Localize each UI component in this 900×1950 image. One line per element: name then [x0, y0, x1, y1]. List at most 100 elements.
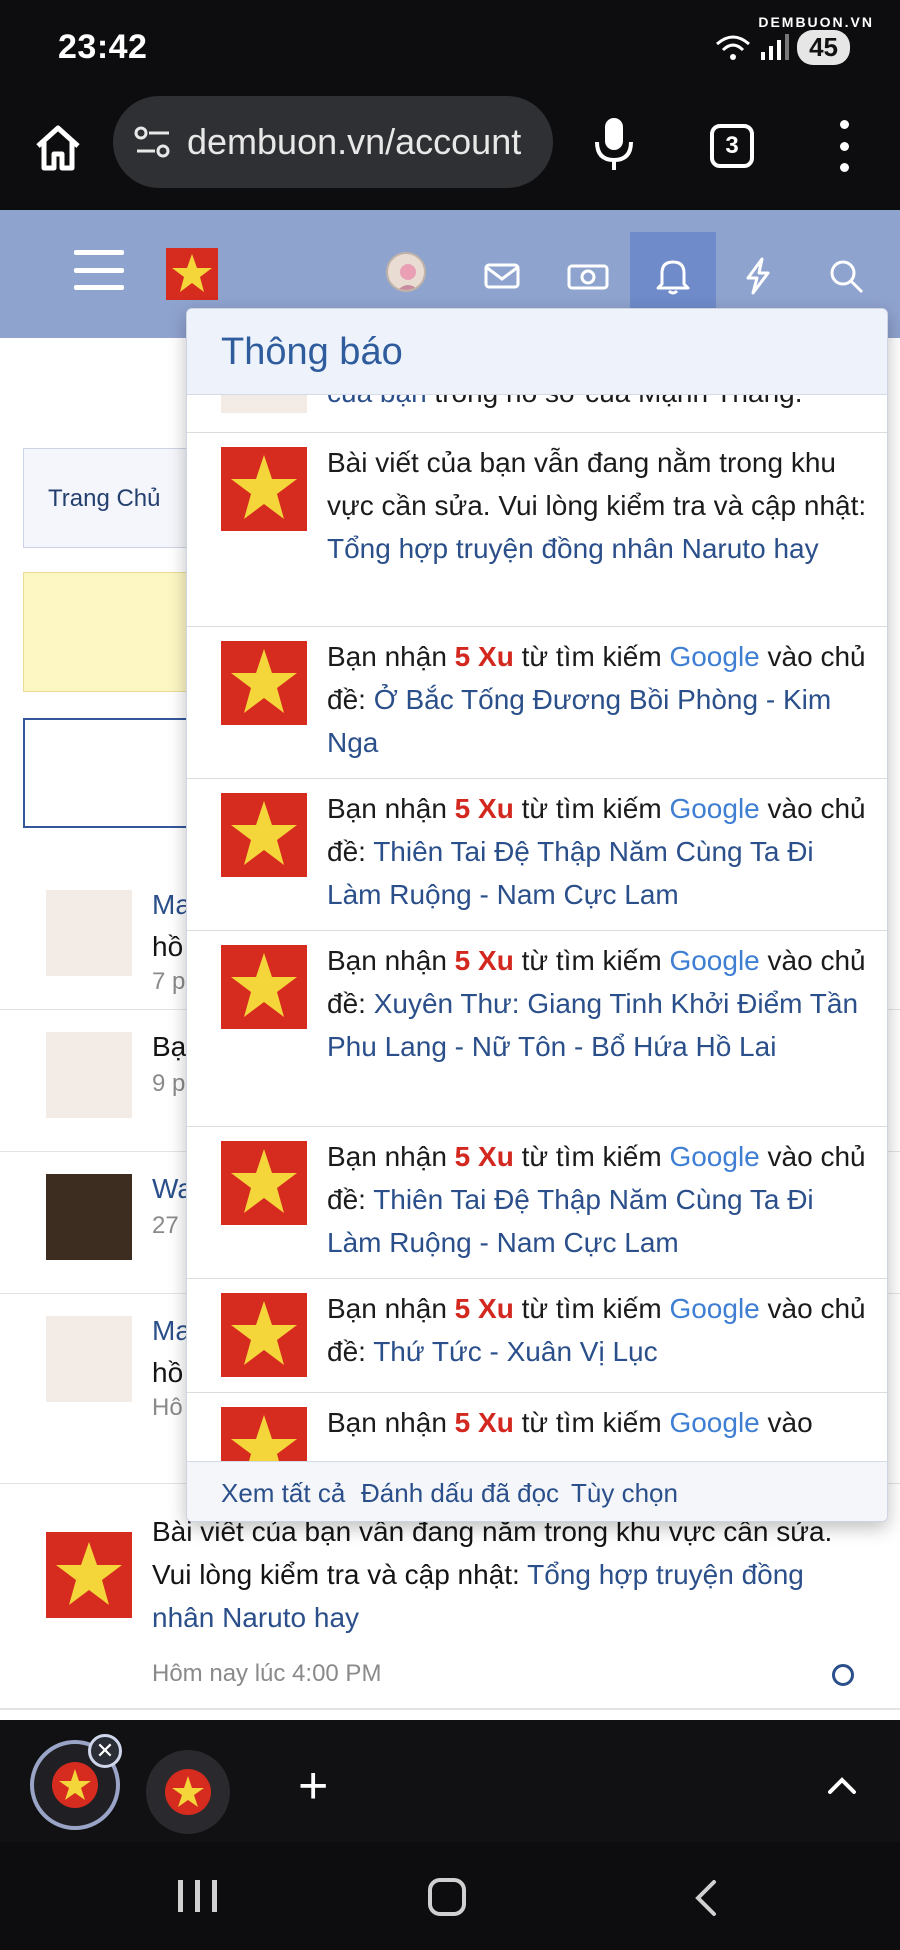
- notification-link[interactable]: Ở Bắc Tống Đương Bồi Phòng - Kim Nga: [327, 684, 831, 758]
- notification-item[interactable]: Bài viết của bạn vẫn đang nằm trong khu …: [187, 433, 887, 627]
- notification-text: Bạn nhận 5 Xu từ tìm kiếm Google vào chủ…: [327, 641, 866, 758]
- tab-thumbnail[interactable]: [146, 1750, 230, 1834]
- list-item-text: hồ: [152, 1357, 184, 1388]
- view-all-link[interactable]: Xem tất cả: [221, 1478, 345, 1509]
- notification-link[interactable]: Thiên Tai Đệ Thập Năm Cùng Ta Đi Làm Ruộ…: [327, 836, 814, 910]
- site-logo-thumbnail: [221, 1407, 307, 1463]
- bell-icon[interactable]: [654, 256, 692, 296]
- xu-amount: 5 Xu: [454, 793, 514, 824]
- battery-icon: 45: [797, 30, 850, 65]
- notification-link[interactable]: Thiên Tai Đệ Thập Năm Cùng Ta Đi Làm Ruộ…: [327, 1184, 814, 1258]
- google-label: Google: [669, 1293, 760, 1324]
- site-logo-thumbnail: [46, 1532, 132, 1618]
- notification-item[interactable]: Bạn nhận 5 Xu từ tìm kiếm Google vào chủ…: [187, 931, 887, 1127]
- popup-title: Thông báo: [221, 331, 403, 373]
- google-label: Google: [669, 1407, 760, 1438]
- avatar[interactable]: [386, 252, 426, 292]
- recent-apps-icon[interactable]: [178, 1880, 217, 1912]
- notification-link[interactable]: Tổng hợp truyện đồng nhân Naruto hay: [327, 533, 819, 564]
- popup-footer: Xem tất cả Đánh dấu đã đọc Tùy chọn: [187, 1461, 887, 1521]
- notification-list[interactable]: của bạn trong hồ sơ của Mạnh Thắng. Bài …: [187, 395, 887, 1463]
- notification-link[interactable]: của bạn: [327, 395, 427, 408]
- xu-amount: 5 Xu: [454, 641, 514, 672]
- close-tab-icon[interactable]: ✕: [88, 1734, 122, 1768]
- site-logo-thumbnail: [221, 1293, 307, 1377]
- url-text[interactable]: dembuon.vn/account: [187, 121, 521, 163]
- site-logo-thumbnail: [221, 945, 307, 1029]
- laundry-thumbnail: [46, 1316, 132, 1402]
- wifi-icon: [716, 35, 751, 60]
- url-bar[interactable]: dembuon.vn/account: [113, 96, 553, 188]
- browser-toolbar: dembuon.vn/account 3: [0, 96, 900, 210]
- laundry-thumbnail: [46, 890, 132, 976]
- clock: 23:42: [58, 28, 148, 66]
- list-item-meta: 7 p: [152, 968, 186, 995]
- mail-icon[interactable]: [482, 256, 522, 296]
- list-item-title[interactable]: Bạ: [152, 1026, 186, 1068]
- notification-item[interactable]: Bạn nhận 5 Xu từ tìm kiếm Google vào chủ…: [187, 779, 887, 931]
- robot-thumbnail: [46, 1174, 132, 1260]
- site-logo[interactable]: [166, 248, 218, 300]
- money-icon[interactable]: [566, 256, 610, 296]
- notification-link[interactable]: Xuyên Thư: Giang Tinh Khởi Điểm Tần Phu …: [327, 988, 858, 1062]
- google-label: Google: [669, 793, 760, 824]
- list-item-meta: 9 p: [152, 1070, 186, 1097]
- list-item-meta: Hô: [152, 1394, 183, 1421]
- microphone-icon[interactable]: [592, 116, 636, 172]
- site-logo-thumbnail: [221, 641, 307, 725]
- notification-time: Hôm nay lúc 4:00 PM: [152, 1660, 382, 1687]
- notification-text: Bài viết của bạn vẫn đang nằm trong khu …: [327, 447, 867, 564]
- hamburger-icon[interactable]: [74, 250, 124, 290]
- home-icon[interactable]: [32, 122, 84, 174]
- mark-all-read-link[interactable]: Đánh dấu đã đọc: [361, 1478, 559, 1509]
- notification-text: Bạn nhận 5 Xu từ tìm kiếm Google vào chủ…: [327, 793, 866, 910]
- site-logo-thumbnail: [221, 1141, 307, 1225]
- search-icon[interactable]: [826, 256, 866, 296]
- google-label: Google: [669, 1141, 760, 1172]
- notification-text: Bài viết của bạn vẫn đang nằm trong khu …: [152, 1516, 833, 1633]
- tabs-icon[interactable]: 3: [710, 124, 754, 168]
- notification-popup: Thông báo của bạn trong hồ sơ của Mạnh T…: [186, 308, 888, 1522]
- list-item-meta: 27: [152, 1212, 179, 1239]
- new-tab-icon[interactable]: +: [298, 1756, 328, 1816]
- tab-strip: ✕ +: [0, 1720, 900, 1842]
- notification-item[interactable]: Bạn nhận 5 Xu từ tìm kiếm Google vào: [187, 1393, 887, 1463]
- status-bar: 23:42 DEMBUON.VN 45: [0, 0, 900, 96]
- notification-text: Bạn nhận 5 Xu từ tìm kiếm Google vào chủ…: [327, 1293, 866, 1367]
- lightning-icon[interactable]: [738, 256, 778, 296]
- watermark: DEMBUON.VN: [758, 14, 874, 30]
- signal-icon: [761, 33, 790, 60]
- notification-item[interactable]: Bạn nhận 5 Xu từ tìm kiếm Google vào chủ…: [187, 1279, 887, 1393]
- notification-row[interactable]: Bài viết của bạn vẫn đang nằm trong khu …: [0, 1510, 900, 1710]
- notification-item[interactable]: Bạn nhận 5 Xu từ tìm kiếm Google vào chủ…: [187, 627, 887, 779]
- list-item-text: hồ: [152, 931, 184, 962]
- xu-amount: 5 Xu: [454, 1141, 514, 1172]
- site-settings-icon[interactable]: [133, 124, 173, 160]
- site-logo-thumbnail: [221, 447, 307, 531]
- popup-header: Thông báo: [187, 309, 887, 395]
- google-label: Google: [669, 641, 760, 672]
- notification-link[interactable]: Thứ Tức - Xuân Vị Lục: [373, 1336, 657, 1367]
- xu-amount: 5 Xu: [454, 1407, 514, 1438]
- home-nav-icon[interactable]: [428, 1878, 466, 1916]
- system-nav-bar: [0, 1842, 900, 1950]
- more-icon[interactable]: [832, 120, 856, 172]
- laundry-thumbnail: [221, 395, 307, 413]
- notification-text: Bạn nhận 5 Xu từ tìm kiếm Google vào: [327, 1407, 813, 1438]
- back-icon[interactable]: [690, 1878, 720, 1918]
- xu-amount: 5 Xu: [454, 945, 514, 976]
- options-link[interactable]: Tùy chọn: [571, 1478, 678, 1509]
- mark-read-toggle[interactable]: [832, 1664, 854, 1686]
- notification-text: Bạn nhận 5 Xu từ tìm kiếm Google vào chủ…: [327, 1141, 866, 1258]
- notification-item[interactable]: Bạn nhận 5 Xu từ tìm kiếm Google vào chủ…: [187, 1127, 887, 1279]
- notification-item[interactable]: của bạn trong hồ sơ của Mạnh Thắng.: [187, 395, 887, 433]
- notification-text: trong hồ sơ của Mạnh Thắng.: [427, 395, 802, 408]
- google-label: Google: [669, 945, 760, 976]
- system-icons: 45: [715, 30, 850, 65]
- site-logo-thumbnail: [221, 793, 307, 877]
- chevron-up-icon[interactable]: [826, 1770, 858, 1802]
- breadcrumb-home[interactable]: Trang Chủ: [48, 485, 161, 513]
- xu-amount: 5 Xu: [454, 1293, 514, 1324]
- laundry-thumbnail: [46, 1032, 132, 1118]
- notification-text: Bạn nhận 5 Xu từ tìm kiếm Google vào chủ…: [327, 945, 866, 1062]
